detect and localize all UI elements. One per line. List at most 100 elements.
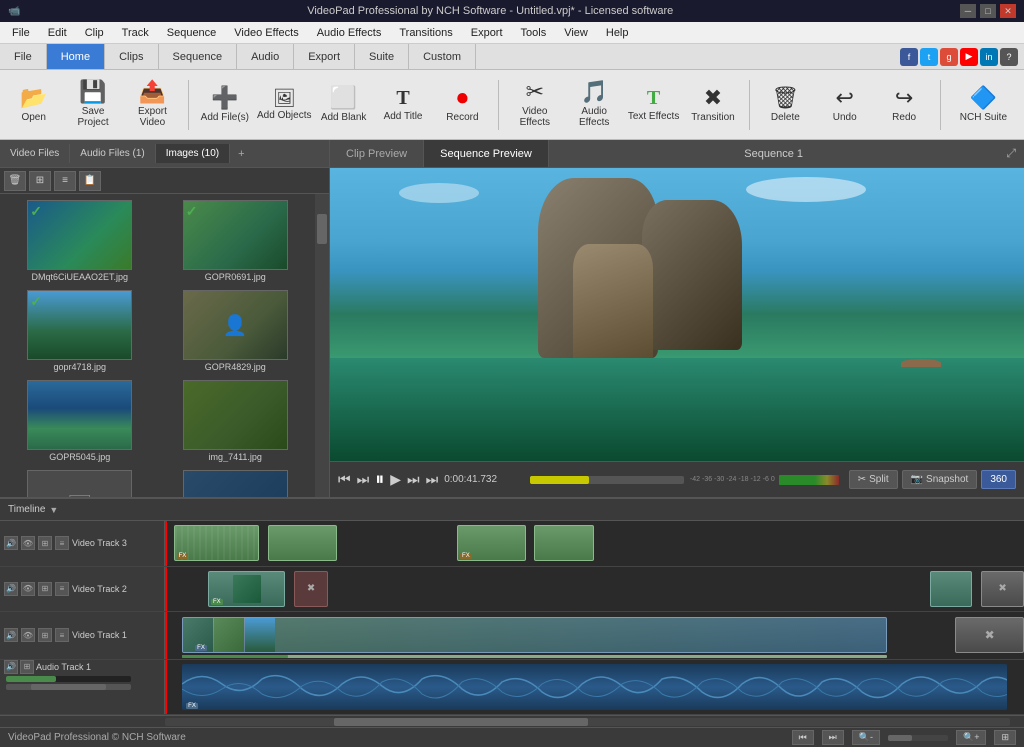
nch-suite-button[interactable]: 🔷 NCH Suite bbox=[949, 75, 1018, 135]
zoom-in-button[interactable]: 🔍+ bbox=[956, 730, 986, 745]
transition-button[interactable]: ✖ Transition bbox=[685, 75, 740, 135]
add-objects-button[interactable]: 🖼 Add Objects bbox=[257, 75, 312, 135]
tab-audio[interactable]: Audio bbox=[237, 44, 294, 69]
video-files-tab[interactable]: Video Files bbox=[0, 144, 70, 163]
tab-clips[interactable]: Clips bbox=[105, 44, 158, 69]
track-clip[interactable] bbox=[930, 571, 973, 608]
import-button[interactable]: 📋 bbox=[79, 171, 101, 191]
lock-track-button[interactable]: 👁 bbox=[21, 628, 35, 642]
progress-bar[interactable] bbox=[530, 476, 684, 484]
list-item[interactable]: ✓ DMqt6CiUEAAO2ET.jpg bbox=[6, 200, 154, 282]
redo-button[interactable]: ↪ Redo bbox=[876, 75, 931, 135]
close-button[interactable]: ✕ bbox=[1000, 4, 1016, 18]
undo-button[interactable]: ↩ Undo bbox=[817, 75, 872, 135]
tab-suite[interactable]: Suite bbox=[355, 44, 409, 69]
go-to-start-button[interactable]: ⏮ bbox=[792, 730, 814, 745]
list-view-button[interactable]: ≡ bbox=[54, 171, 76, 191]
menu-transitions[interactable]: Transitions bbox=[391, 25, 460, 41]
track-menu-button[interactable]: ≡ bbox=[55, 536, 69, 550]
menu-edit[interactable]: Edit bbox=[40, 25, 75, 41]
next-frame-button[interactable]: ⏭ bbox=[407, 471, 420, 488]
zoom-out-button[interactable]: 🔍- bbox=[852, 730, 880, 745]
mute-track-button[interactable]: 🔊 bbox=[4, 582, 18, 596]
add-files-button[interactable]: ➕ Add File(s) bbox=[197, 75, 252, 135]
add-title-button[interactable]: T Add Title bbox=[375, 75, 430, 135]
delete-item-button[interactable]: 🗑 bbox=[4, 171, 26, 191]
list-item[interactable]: 👤 GOPR4829.jpg bbox=[162, 290, 310, 372]
split-button[interactable]: ✂ Split bbox=[849, 470, 898, 489]
list-item[interactable] bbox=[162, 470, 310, 497]
add-blank-button[interactable]: ⬜ Add Blank bbox=[316, 75, 371, 135]
collapse-track-button[interactable]: ⊞ bbox=[38, 582, 52, 596]
mute-audio-button[interactable]: 🔊 bbox=[4, 660, 18, 674]
collapse-track-button[interactable]: ⊞ bbox=[38, 628, 52, 642]
list-item[interactable]: GOPR5045.jpg bbox=[6, 380, 154, 462]
track-clip[interactable]: FX bbox=[208, 571, 285, 608]
tab-sequence[interactable]: Sequence bbox=[159, 44, 238, 69]
media-scrollbar[interactable] bbox=[315, 194, 329, 497]
track-clip[interactable]: ✖ bbox=[955, 617, 1024, 653]
maximize-button[interactable]: □ bbox=[980, 4, 996, 18]
list-item[interactable]: img_7411.jpg bbox=[162, 380, 310, 462]
play-button[interactable]: ▶ bbox=[390, 471, 401, 488]
clip-preview-tab[interactable]: Clip Preview bbox=[330, 140, 424, 167]
lock-audio-button[interactable]: ⊞ bbox=[20, 660, 34, 674]
sequence-preview-tab[interactable]: Sequence Preview bbox=[424, 140, 549, 167]
tab-custom[interactable]: Custom bbox=[409, 44, 476, 69]
skip-end-button[interactable]: ⏭ bbox=[426, 471, 439, 488]
save-project-button[interactable]: 💾 Save Project bbox=[65, 75, 120, 135]
track-clip[interactable]: ✖ bbox=[294, 571, 328, 608]
images-tab[interactable]: Images (10) bbox=[156, 144, 230, 163]
list-item[interactable]: ✓ GOPR0691.jpg bbox=[162, 200, 310, 282]
tab-home[interactable]: Home bbox=[47, 44, 105, 69]
menu-video-effects[interactable]: Video Effects bbox=[226, 25, 306, 41]
help-icon[interactable]: ? bbox=[1000, 48, 1018, 66]
timeline-scrollbar[interactable] bbox=[0, 715, 1024, 727]
dropdown-icon[interactable]: ▼ bbox=[49, 505, 58, 515]
menu-tools[interactable]: Tools bbox=[513, 25, 555, 41]
open-button[interactable]: 📂 Open bbox=[6, 75, 61, 135]
list-item[interactable]: ✓ gopr4718.jpg bbox=[6, 290, 154, 372]
track-clip[interactable] bbox=[268, 525, 337, 561]
expand-icon[interactable]: ⤢ bbox=[1006, 146, 1016, 161]
track-menu-button[interactable]: ≡ bbox=[55, 628, 69, 642]
track-clip[interactable]: FX bbox=[457, 525, 526, 561]
grid-view-button[interactable]: ⊞ bbox=[29, 171, 51, 191]
go-to-end-button[interactable]: ⏭ bbox=[822, 730, 844, 745]
track-clip[interactable]: FX bbox=[182, 617, 886, 653]
audio-effects-button[interactable]: 🎵 Audio Effects bbox=[566, 75, 621, 135]
minimize-button[interactable]: ─ bbox=[960, 4, 976, 18]
collapse-track-button[interactable]: ⊞ bbox=[38, 536, 52, 550]
add-tab-button[interactable]: + bbox=[230, 144, 252, 164]
pause-button[interactable]: ⏸ bbox=[375, 469, 384, 490]
audio-files-tab[interactable]: Audio Files (1) bbox=[70, 144, 155, 163]
menu-file[interactable]: File bbox=[4, 25, 38, 41]
fit-view-button[interactable]: ⊞ bbox=[994, 730, 1016, 745]
mute-track-button[interactable]: 🔊 bbox=[4, 536, 18, 550]
menu-export[interactable]: Export bbox=[463, 25, 511, 41]
lock-track-button[interactable]: 👁 bbox=[21, 536, 35, 550]
menu-audio-effects[interactable]: Audio Effects bbox=[309, 25, 390, 41]
menu-help[interactable]: Help bbox=[598, 25, 637, 41]
export-video-button[interactable]: 📤 Export Video bbox=[125, 75, 180, 135]
track-clip[interactable]: FX bbox=[174, 525, 260, 561]
lock-track-button[interactable]: 👁 bbox=[21, 582, 35, 596]
text-effects-button[interactable]: T Text Effects bbox=[626, 75, 681, 135]
zoom-slider[interactable] bbox=[888, 735, 948, 741]
skip-start-button[interactable]: ⏮ bbox=[338, 471, 351, 488]
mute-track-button[interactable]: 🔊 bbox=[4, 628, 18, 642]
record-button[interactable]: ⏺ Record bbox=[435, 75, 490, 135]
menu-track[interactable]: Track bbox=[114, 25, 157, 41]
menu-view[interactable]: View bbox=[556, 25, 596, 41]
delete-button[interactable]: 🗑 Delete bbox=[758, 75, 813, 135]
track-menu-button[interactable]: ≡ bbox=[55, 582, 69, 596]
snapshot-button[interactable]: 📷 Snapshot bbox=[902, 470, 978, 489]
list-item[interactable]: 🖼 bbox=[6, 470, 154, 497]
menu-sequence[interactable]: Sequence bbox=[159, 25, 225, 41]
video-effects-button[interactable]: ✂ Video Effects bbox=[507, 75, 562, 135]
menu-clip[interactable]: Clip bbox=[77, 25, 112, 41]
tab-file[interactable]: File bbox=[0, 44, 47, 69]
track-clip[interactable] bbox=[534, 525, 594, 561]
tab-export[interactable]: Export bbox=[294, 44, 355, 69]
vr-360-button[interactable]: 360 bbox=[981, 470, 1016, 489]
